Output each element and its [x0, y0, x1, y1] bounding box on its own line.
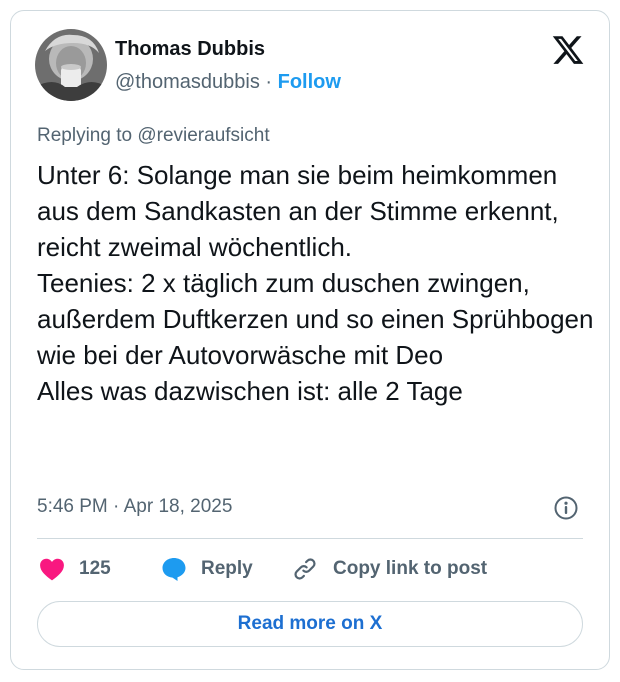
- like-button[interactable]: 125: [39, 554, 111, 584]
- heart-icon: [40, 558, 64, 581]
- read-more-button[interactable]: Read more on X: [37, 601, 583, 647]
- timestamp[interactable]: 5:46 PM · Apr 18, 2025: [37, 496, 232, 518]
- divider: [37, 538, 583, 539]
- x-logo-icon[interactable]: [551, 33, 585, 67]
- handle-separator: ·: [265, 71, 273, 93]
- author-name[interactable]: Thomas Dubbis: [115, 38, 265, 61]
- author-handle-row: @thomasdubbis · Follow: [115, 71, 341, 94]
- reply-button[interactable]: Reply: [161, 554, 253, 584]
- action-bar: 125 Reply Copy link to post: [37, 554, 583, 584]
- author-handle[interactable]: @thomasdubbis: [115, 71, 260, 93]
- copy-link-button[interactable]: Copy link to post: [291, 554, 487, 584]
- reply-bubble-icon: [162, 558, 186, 581]
- info-icon[interactable]: [553, 495, 579, 521]
- follow-button[interactable]: Follow: [278, 71, 341, 93]
- tweet-text: Unter 6: Solange man sie beim heimkommen…: [37, 160, 594, 406]
- reply-label: Reply: [201, 558, 253, 579]
- link-icon: [294, 558, 316, 580]
- like-count: 125: [79, 558, 111, 579]
- replying-to-text: Replying to @revieraufsicht: [37, 125, 270, 146]
- avatar[interactable]: [35, 29, 107, 101]
- tweet-card: Thomas Dubbis @thomasdubbis · Follow Rep…: [10, 10, 610, 670]
- copy-link-label: Copy link to post: [333, 558, 488, 579]
